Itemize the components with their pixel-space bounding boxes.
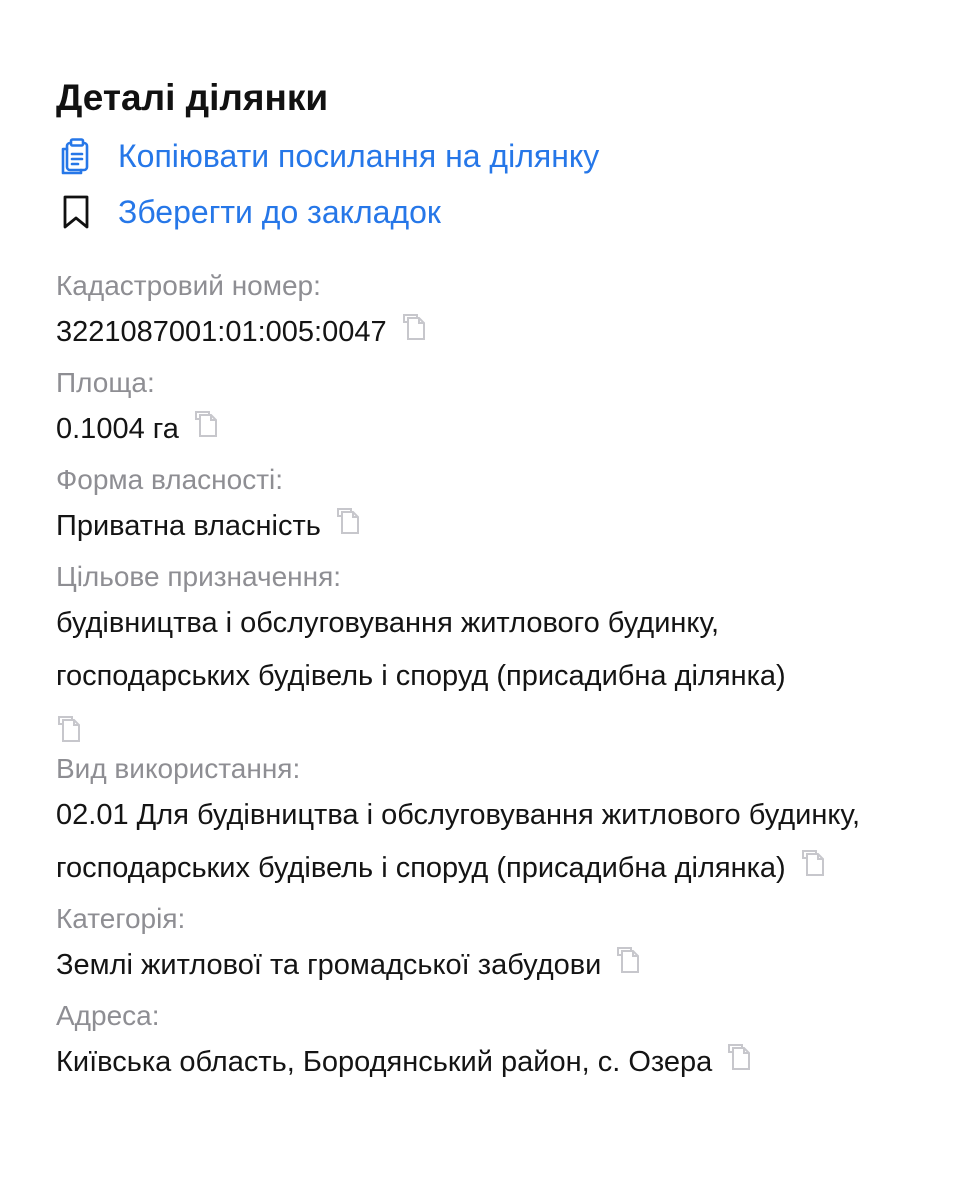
category-label: Категорія: [56, 903, 186, 934]
area-value[interactable]: 0.1004 га [56, 403, 916, 456]
copy-icon[interactable] [335, 501, 361, 534]
copy-icon[interactable] [193, 404, 219, 437]
copy-link-button[interactable]: Копіювати посилання на ділянку [56, 128, 936, 184]
ownership-value[interactable]: Приватна власність [56, 500, 916, 553]
address-text: Київська область, Бородянський район, с.… [56, 1046, 713, 1078]
page-title: Деталі ділянки [56, 77, 329, 118]
cadastral-number-text: 3221087001:01:005:0047 [56, 316, 387, 348]
usage-value[interactable]: 02.01 Для будівництва і обслуговування ж… [56, 789, 916, 895]
area-text: 0.1004 га [56, 413, 179, 445]
usage-label: Вид використання: [56, 753, 301, 784]
plot-fields: Кадастровий номер: 3221087001:01:005:004… [56, 266, 936, 1089]
ownership-label: Форма власності: [56, 464, 284, 495]
copy-icon[interactable] [401, 307, 427, 340]
cadastral-number-label: Кадастровий номер: [56, 270, 321, 301]
address-label: Адреса: [56, 1000, 160, 1031]
clipboard-icon [56, 136, 96, 176]
address-value[interactable]: Київська область, Бородянський район, с.… [56, 1036, 916, 1089]
purpose-text: будівництва і обслуговування житлового б… [56, 607, 786, 692]
copy-icon[interactable] [615, 940, 641, 973]
purpose-label: Цільове призначення: [56, 561, 342, 592]
copy-link-label: Копіювати посилання на ділянку [118, 138, 600, 174]
purpose-value[interactable]: будівництва і обслуговування житлового б… [56, 597, 916, 742]
copy-icon[interactable] [800, 843, 826, 876]
area-label: Площа: [56, 367, 155, 398]
copy-icon[interactable] [56, 709, 82, 742]
bookmark-icon [56, 192, 96, 232]
copy-icon[interactable] [726, 1037, 752, 1070]
cadastral-number-value[interactable]: 3221087001:01:005:0047 [56, 306, 916, 359]
category-value[interactable]: Землі житлової та громадської забудови [56, 939, 916, 992]
usage-text: 02.01 Для будівництва і обслуговування ж… [56, 799, 861, 884]
category-text: Землі житлової та громадської забудови [56, 949, 602, 981]
bookmark-button[interactable]: Зберегти до закладок [56, 184, 936, 240]
bookmark-label: Зберегти до закладок [118, 194, 441, 230]
ownership-text: Приватна власність [56, 510, 321, 542]
plot-details-panel: Деталі ділянки Копіювати посилання на ді… [56, 72, 936, 1093]
